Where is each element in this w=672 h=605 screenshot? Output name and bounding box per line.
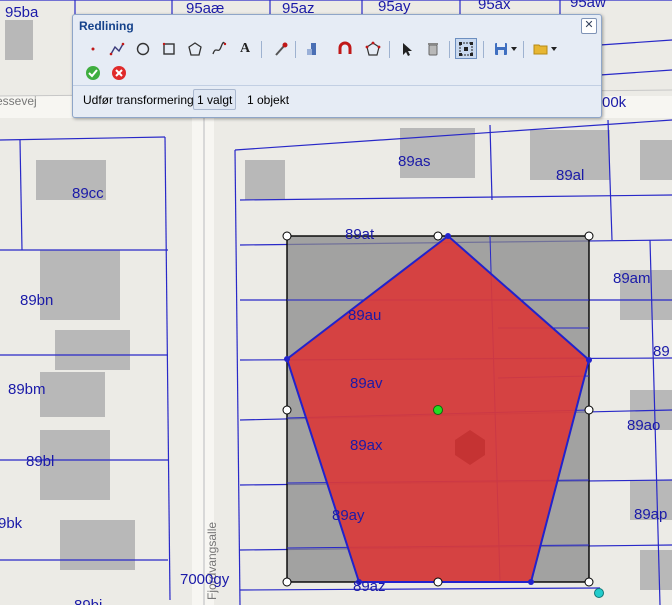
rotate-handle[interactable]	[594, 588, 604, 598]
parcel-label: 95aw	[570, 0, 606, 11]
confirm-row	[81, 63, 593, 83]
color-picker-icon[interactable]	[271, 39, 291, 59]
polygon-draw-icon[interactable]	[185, 39, 205, 59]
parcel-label: 89ax	[350, 437, 383, 454]
line-draw-icon[interactable]	[107, 39, 127, 59]
delete-bin-icon[interactable]	[423, 39, 443, 59]
parcel-label: 89at	[345, 226, 375, 243]
parcel-label: 89al	[556, 167, 584, 184]
check-circle-icon[interactable]	[83, 63, 103, 83]
center-handle[interactable]	[433, 405, 443, 415]
status-row: Udfør transformering 1 valgt 1 objekt	[73, 85, 601, 118]
parcel-label: 89bl	[26, 453, 54, 470]
open-folder-icon[interactable]	[531, 39, 551, 59]
text-tool-icon[interactable]: A	[235, 39, 255, 59]
parcel-label: 89bi	[74, 597, 102, 605]
object-count: 1 objekt	[247, 93, 290, 107]
parcel-label: 95ay	[378, 0, 411, 15]
save-floppy-icon[interactable]	[491, 39, 511, 59]
selected-count-badge: 1 valgt	[193, 89, 237, 110]
select-arrow-icon[interactable]	[397, 39, 417, 59]
action-label: Udfør transformering	[83, 93, 194, 107]
parcel-label: 89am	[613, 270, 651, 287]
cancel-circle-icon[interactable]	[109, 63, 129, 83]
redlining-toolbar: Redlining ✕ A Udfør transformering 1 val…	[72, 14, 602, 118]
parcel-label: 89as	[398, 153, 431, 170]
open-dropdown-chevron-icon[interactable]	[549, 39, 559, 59]
parcel-label: 89cc	[72, 185, 104, 202]
parcel-label: 9bk	[0, 515, 23, 532]
circle-draw-icon[interactable]	[133, 39, 153, 59]
toolbar-title: Redlining	[79, 19, 134, 33]
transform-icon[interactable]	[455, 38, 477, 59]
magnet-snap-icon[interactable]	[335, 39, 355, 59]
parcel-label: 89bm	[8, 381, 46, 398]
parcel-label: 7000gy	[180, 571, 230, 588]
point-draw-icon[interactable]	[83, 39, 103, 59]
parcel-label: 89ay	[332, 507, 365, 524]
parcel-label: 89ao	[627, 417, 660, 434]
rectangle-draw-icon[interactable]	[159, 39, 179, 59]
parcel-label: 00k	[602, 94, 627, 111]
parcel-label: 89ap	[634, 506, 667, 523]
measure-icon[interactable]	[303, 39, 323, 59]
polygon-edit-icon[interactable]	[363, 39, 383, 59]
street-label: essevej	[0, 94, 37, 108]
parcel-label: 89bn	[20, 292, 53, 309]
parcel-label: 89au	[348, 307, 381, 324]
tool-row: A	[81, 38, 593, 61]
parcel-label: 89az	[353, 578, 386, 595]
parcel-label: 89av	[350, 375, 383, 392]
parcel-label: 95ax	[478, 0, 511, 13]
close-button[interactable]: ✕	[581, 18, 597, 34]
freehand-draw-icon[interactable]	[209, 39, 229, 59]
save-dropdown-chevron-icon[interactable]	[509, 39, 519, 59]
vertical-street-label: Fjordvangsalle	[205, 522, 219, 600]
parcel-label: 95ba	[5, 4, 39, 21]
parcel-label: 89	[653, 343, 670, 360]
